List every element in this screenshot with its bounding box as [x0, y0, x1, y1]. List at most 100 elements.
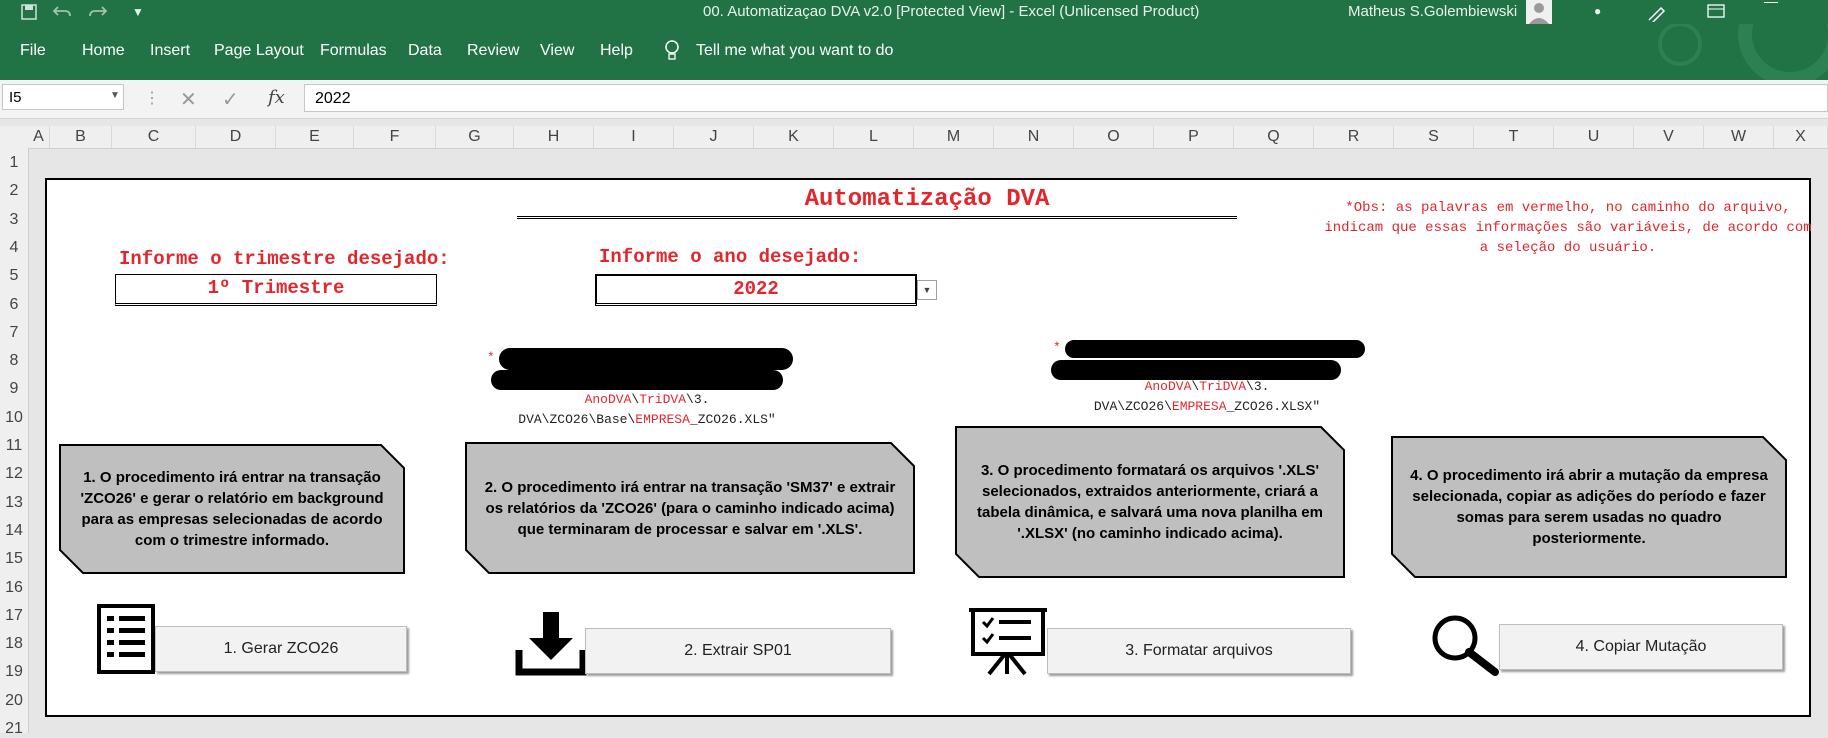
row-header[interactable]: 11 — [0, 437, 28, 455]
quarter-input[interactable]: 1º Trimestre — [115, 274, 437, 306]
magnifier-icon[interactable] — [1431, 614, 1503, 678]
row-header[interactable]: 3 — [0, 211, 28, 229]
name-box-dropdown-icon[interactable]: ▼ — [110, 90, 120, 101]
row-header[interactable]: 4 — [0, 239, 28, 257]
column-header[interactable]: U — [1554, 126, 1634, 148]
customize-toolbar-icon[interactable]: ▼ — [132, 5, 144, 19]
tab-file[interactable]: File — [20, 42, 46, 60]
download-icon[interactable] — [515, 610, 587, 676]
tab-formulas[interactable]: Formulas — [320, 42, 387, 60]
formula-bar: I5 ▼ ⋮ ✕ ✓ fx 2022 — [0, 80, 1828, 119]
path2-line2: DVA\ZCO26\EMPRESA_ZCO26.XLSX" — [1093, 399, 1321, 414]
column-header[interactable]: P — [1154, 126, 1234, 148]
column-header[interactable]: O — [1074, 126, 1154, 148]
more-icon: ⋮ — [144, 90, 160, 107]
row-header[interactable]: 5 — [0, 267, 28, 285]
column-header[interactable]: T — [1474, 126, 1554, 148]
extrair-sp01-button[interactable]: 2. Extrair SP01 — [585, 628, 891, 674]
row-header[interactable]: 10 — [0, 409, 28, 427]
year-input[interactable]: 2022 — [595, 274, 917, 306]
row-header[interactable]: 13 — [0, 494, 28, 512]
column-header[interactable]: G — [436, 126, 514, 148]
enter-icon[interactable]: ✓ — [222, 87, 239, 112]
user-name[interactable]: Matheus S.Golembiewski — [1348, 3, 1517, 20]
column-header[interactable]: W — [1704, 126, 1774, 148]
column-header[interactable]: V — [1634, 126, 1704, 148]
step-card-4: 4. O procedimento irá abrir a mutação da… — [1391, 436, 1787, 578]
note-text: *Obs: as palavras em vermelho, no caminh… — [1324, 200, 1812, 256]
column-header[interactable]: L — [834, 126, 914, 148]
row-header[interactable]: 18 — [0, 635, 28, 653]
tab-page-layout[interactable]: Page Layout — [214, 42, 304, 60]
ribbon-display-icon[interactable] — [1706, 3, 1726, 19]
formatar-arquivos-button[interactable]: 3. Formatar arquivos — [1047, 628, 1351, 674]
tab-data[interactable]: Data — [408, 42, 442, 60]
redo-icon[interactable] — [88, 3, 108, 21]
year-dropdown-icon[interactable]: ▼ — [917, 280, 937, 300]
column-header[interactable]: X — [1774, 126, 1828, 148]
row-header[interactable]: 7 — [0, 324, 28, 342]
column-headers: ABCDEFGHIJKLMNOPQRSTUVWX — [0, 126, 1828, 149]
formula-input[interactable]: 2022 — [304, 84, 1828, 112]
pen-icon[interactable] — [1646, 2, 1668, 22]
copiar-mutacao-button[interactable]: 4. Copiar Mutação — [1499, 624, 1783, 670]
name-box[interactable]: I5 — [2, 84, 124, 110]
column-header[interactable]: D — [196, 126, 276, 148]
column-header[interactable]: S — [1394, 126, 1474, 148]
redacted-block — [491, 370, 783, 390]
tab-help[interactable]: Help — [600, 42, 633, 60]
title-bar: ▼ 00. Automatizaçao DVA v2.0 [Protected … — [0, 0, 1828, 24]
column-header[interactable]: Q — [1234, 126, 1314, 148]
row-header[interactable]: 12 — [0, 465, 28, 483]
column-header[interactable]: N — [994, 126, 1074, 148]
column-header[interactable]: I — [594, 126, 674, 148]
gerar-zco26-button[interactable]: 1. Gerar ZCO26 — [155, 626, 407, 672]
column-header[interactable]: F — [354, 126, 436, 148]
row-header[interactable]: 14 — [0, 522, 28, 540]
dot-icon[interactable]: ● — [1594, 4, 1601, 18]
column-header[interactable]: R — [1314, 126, 1394, 148]
row-header[interactable]: 20 — [0, 692, 28, 710]
checklist-icon[interactable] — [97, 604, 155, 674]
row-header[interactable]: 17 — [0, 607, 28, 625]
title-underline — [517, 216, 1237, 219]
row-header[interactable]: 19 — [0, 663, 28, 681]
tab-review[interactable]: Review — [467, 42, 519, 60]
column-header[interactable]: H — [514, 126, 594, 148]
cancel-icon[interactable]: ✕ — [180, 87, 197, 112]
column-header[interactable]: E — [276, 126, 354, 148]
tab-home[interactable]: Home — [82, 42, 125, 60]
row-header[interactable]: 16 — [0, 579, 28, 597]
row-header[interactable]: 15 — [0, 550, 28, 568]
column-header[interactable]: J — [674, 126, 754, 148]
minimize-icon[interactable] — [1764, 2, 1778, 4]
row-header[interactable]: 9 — [0, 380, 28, 398]
redacted-block — [499, 348, 793, 370]
presentation-board-icon[interactable] — [969, 606, 1047, 676]
step-text-2: 2. O procedimento irá entrar na transaçã… — [484, 478, 896, 538]
step-text-1: 1. O procedimento irá entrar na transaçã… — [80, 469, 384, 549]
column-header[interactable]: C — [112, 126, 196, 148]
column-header[interactable]: M — [914, 126, 994, 148]
background-decoration — [1658, 24, 1828, 80]
row-header[interactable]: 8 — [0, 352, 28, 370]
insert-function-icon[interactable]: fx — [268, 87, 285, 108]
tab-view[interactable]: View — [540, 42, 574, 60]
row-header[interactable]: 2 — [0, 182, 28, 200]
row-header[interactable]: 6 — [0, 296, 28, 314]
column-header[interactable]: B — [50, 126, 112, 148]
column-header[interactable]: A — [28, 126, 50, 148]
row-header[interactable]: 21 — [0, 720, 28, 738]
tell-me-search[interactable]: Tell me what you want to do — [696, 42, 893, 60]
sheet-area[interactable]: Automatização DVA *Obs: as palavras em v… — [45, 178, 1812, 717]
step-text-4: 4. O procedimento irá abrir a mutação da… — [1410, 467, 1768, 547]
undo-icon[interactable] — [52, 3, 72, 21]
tab-insert[interactable]: Insert — [150, 42, 190, 60]
redacted-block — [1065, 340, 1365, 358]
avatar[interactable] — [1526, 0, 1552, 24]
column-header[interactable]: K — [754, 126, 834, 148]
ribbon-tabs: File Home Insert Page Layout Formulas Da… — [0, 24, 1828, 80]
save-icon[interactable] — [20, 3, 38, 21]
row-header[interactable]: 1 — [0, 154, 28, 172]
path1-line2: DVA\ZCO26\Base\EMPRESA_ZCO26.XLS" — [518, 412, 776, 427]
